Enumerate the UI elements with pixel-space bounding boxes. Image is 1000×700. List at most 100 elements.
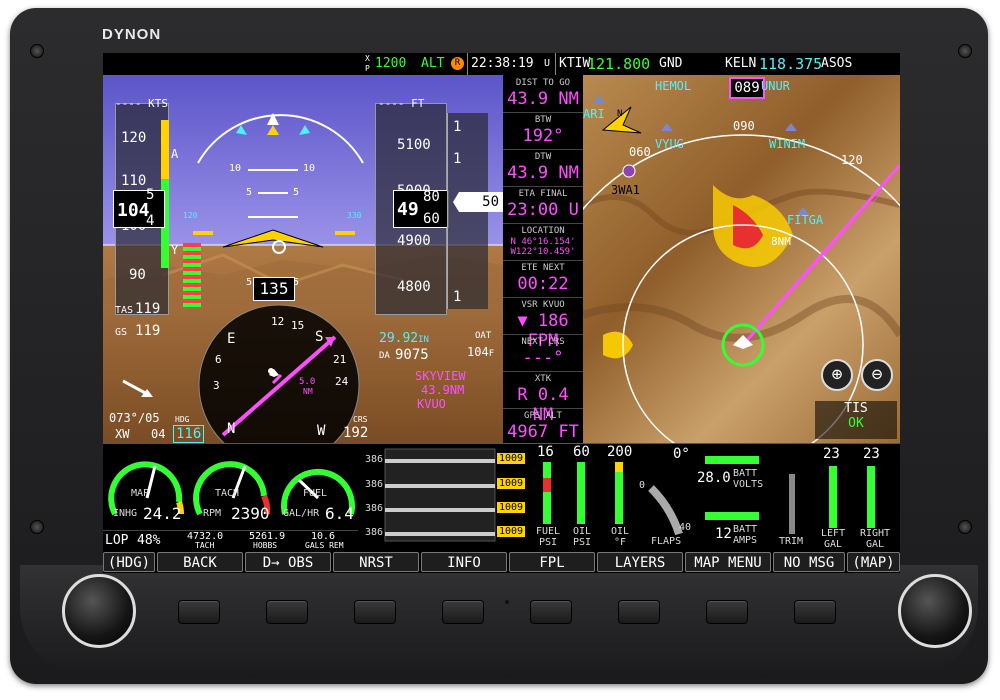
- destination-name: SKYVIEW: [415, 369, 466, 383]
- waypoint-label[interactable]: ARI: [583, 107, 605, 121]
- egt-badge: 1009: [497, 453, 526, 464]
- softkey-map-menu[interactable]: MAP MENU: [685, 552, 771, 572]
- data-field-value: 4967 FT: [507, 422, 579, 442]
- tis-status: OK: [848, 416, 864, 431]
- softkey-no-msg[interactable]: NO MSG: [773, 552, 845, 572]
- softkey-hdg[interactable]: (HDG): [103, 552, 155, 572]
- hardware-button-3[interactable]: [354, 600, 396, 624]
- fuel-psi-value: 16: [537, 444, 554, 460]
- pitch-label: 5: [246, 187, 253, 198]
- baro-units: IN: [418, 335, 429, 345]
- hardware-button-5[interactable]: [530, 600, 572, 624]
- airspeed-roll-hi: 5: [146, 187, 155, 203]
- data-field[interactable]: GPS ALT 4967 FT: [503, 408, 583, 446]
- right-fuel-label: RIGHT GAL: [859, 528, 891, 550]
- left-knob[interactable]: [62, 574, 136, 648]
- waypoint-label[interactable]: WINIM: [769, 137, 805, 151]
- data-field-label: XTK: [534, 374, 552, 384]
- data-field[interactable]: ETA FINAL 23:00 U: [503, 186, 583, 224]
- airport-label[interactable]: 3WA1: [611, 183, 640, 197]
- zoom-out-icon[interactable]: ⊖: [861, 359, 893, 391]
- waypoint-label[interactable]: VYUG: [655, 137, 684, 151]
- fuel-psi-label: FUEL PSI: [535, 526, 561, 548]
- hardware-button-7[interactable]: [706, 600, 748, 624]
- compass-label: W: [317, 423, 326, 439]
- vsi-tick: 1: [453, 151, 462, 167]
- squawk-code[interactable]: 1200: [375, 53, 406, 75]
- waypoint-label[interactable]: FITGA: [787, 213, 823, 227]
- moving-map[interactable]: 089 090 060 120 8NM HEMOL UNUR VYUG WINI…: [583, 75, 900, 443]
- right-knob[interactable]: [898, 574, 972, 648]
- waypoint-label[interactable]: HEMOL: [655, 79, 691, 93]
- screw-icon: [30, 520, 44, 534]
- softkey-direct-to-obs[interactable]: D→ OBS: [245, 552, 331, 572]
- data-field-value: N 46°16.154' W122°10.459': [510, 237, 576, 257]
- softkey-back[interactable]: BACK: [157, 552, 243, 572]
- batt-volts-label: BATT VOLTS: [733, 468, 764, 490]
- oil-temp-label: OIL °F: [610, 526, 630, 548]
- vsi-tick: 1: [453, 289, 462, 305]
- hdg-bug-value[interactable]: 116: [173, 425, 205, 443]
- tach-gauge-value: 2390: [231, 504, 270, 523]
- softkey-fpl[interactable]: FPL: [509, 552, 595, 572]
- clock-suffix: U: [544, 58, 551, 69]
- crs-value[interactable]: 192: [343, 425, 368, 441]
- tis-status-box: TIS OK: [815, 401, 897, 439]
- data-field[interactable]: DTW 43.9 NM: [503, 149, 583, 187]
- compass-label: N: [227, 421, 236, 437]
- hardware-button-6[interactable]: [618, 600, 660, 624]
- map-range-label: 8NM: [771, 235, 791, 248]
- lop-label: LOP: [105, 533, 129, 548]
- com-type: GND: [659, 56, 683, 71]
- gs-value: 119: [135, 323, 161, 339]
- baro-setting[interactable]: 29.92IN: [379, 331, 429, 346]
- softkey-layers[interactable]: LAYERS: [597, 552, 683, 572]
- cdi-distance-units: NM: [303, 387, 313, 396]
- softkey-map[interactable]: (MAP): [847, 552, 900, 572]
- hardware-button-1[interactable]: [178, 600, 220, 624]
- heading-readout: 135: [253, 277, 295, 301]
- data-field[interactable]: DIST TO GO 43.9 NM: [503, 75, 583, 113]
- waypoint-label[interactable]: UNUR: [761, 79, 790, 93]
- com-identifier[interactable]: KTIW: [555, 53, 590, 75]
- primary-flight-display: ---- KTS 120 110 100 90 A Y 104 5 4 TAS …: [103, 75, 503, 443]
- hardware-button-4[interactable]: [442, 600, 484, 624]
- softkey-info[interactable]: INFO: [421, 552, 507, 572]
- hardware-button-2[interactable]: [266, 600, 308, 624]
- data-field[interactable]: BTW 192°: [503, 112, 583, 150]
- altitude-tick: 4900: [397, 233, 431, 249]
- crosswind-value: 04: [151, 427, 166, 441]
- xpdr-mode[interactable]: ALT: [421, 53, 444, 75]
- top-status-bar: X P 1200 ALT R 22:38:19 U KTIW 121.800 G…: [103, 53, 900, 75]
- nav-identifier[interactable]: KELN: [725, 53, 756, 75]
- altitude-tick: 4800: [397, 279, 431, 295]
- screw-icon: [958, 520, 972, 534]
- data-field[interactable]: ETE NEXT 00:22: [503, 260, 583, 298]
- airspeed-marker-a: A: [171, 147, 179, 161]
- data-field[interactable]: XTK R 0.4 NM: [503, 371, 583, 425]
- tach-gauge-label: TACH: [215, 488, 240, 499]
- softkey-nrst[interactable]: NRST: [333, 552, 419, 572]
- compass-label: 6: [215, 353, 222, 366]
- compass-label: E: [227, 331, 236, 347]
- com-active-frequency[interactable]: 121.800: [587, 53, 650, 75]
- altitude-roll-lo: 60: [423, 211, 440, 227]
- oil-psi-value: 60: [573, 444, 590, 460]
- airspeed-current: 104: [117, 200, 150, 221]
- oat-label: OAT: [475, 331, 492, 341]
- data-field[interactable]: NEXT CRS ---°: [503, 334, 583, 372]
- crs-label: CRS: [353, 415, 368, 424]
- data-field[interactable]: LOCATION N 46°16.154' W122°10.459': [503, 223, 583, 261]
- hardware-button-8[interactable]: [794, 600, 836, 624]
- egt-scale-label: 386: [365, 479, 384, 490]
- zoom-in-icon[interactable]: ⊕: [821, 359, 853, 391]
- data-field-label: DIST TO GO: [515, 78, 571, 88]
- standby-frequency[interactable]: 118.375: [759, 53, 822, 75]
- data-field-label: VSR KVUO: [521, 300, 565, 310]
- left-fuel-value: 23: [823, 446, 840, 462]
- data-field[interactable]: VSR KVUO ▼ 186 FPM: [503, 297, 583, 351]
- gs-label: GS: [115, 327, 128, 338]
- pitch-side-label: 330: [347, 211, 362, 220]
- tach-gauge-units: RPM: [203, 508, 222, 519]
- wind-arrow-icon: [122, 379, 153, 397]
